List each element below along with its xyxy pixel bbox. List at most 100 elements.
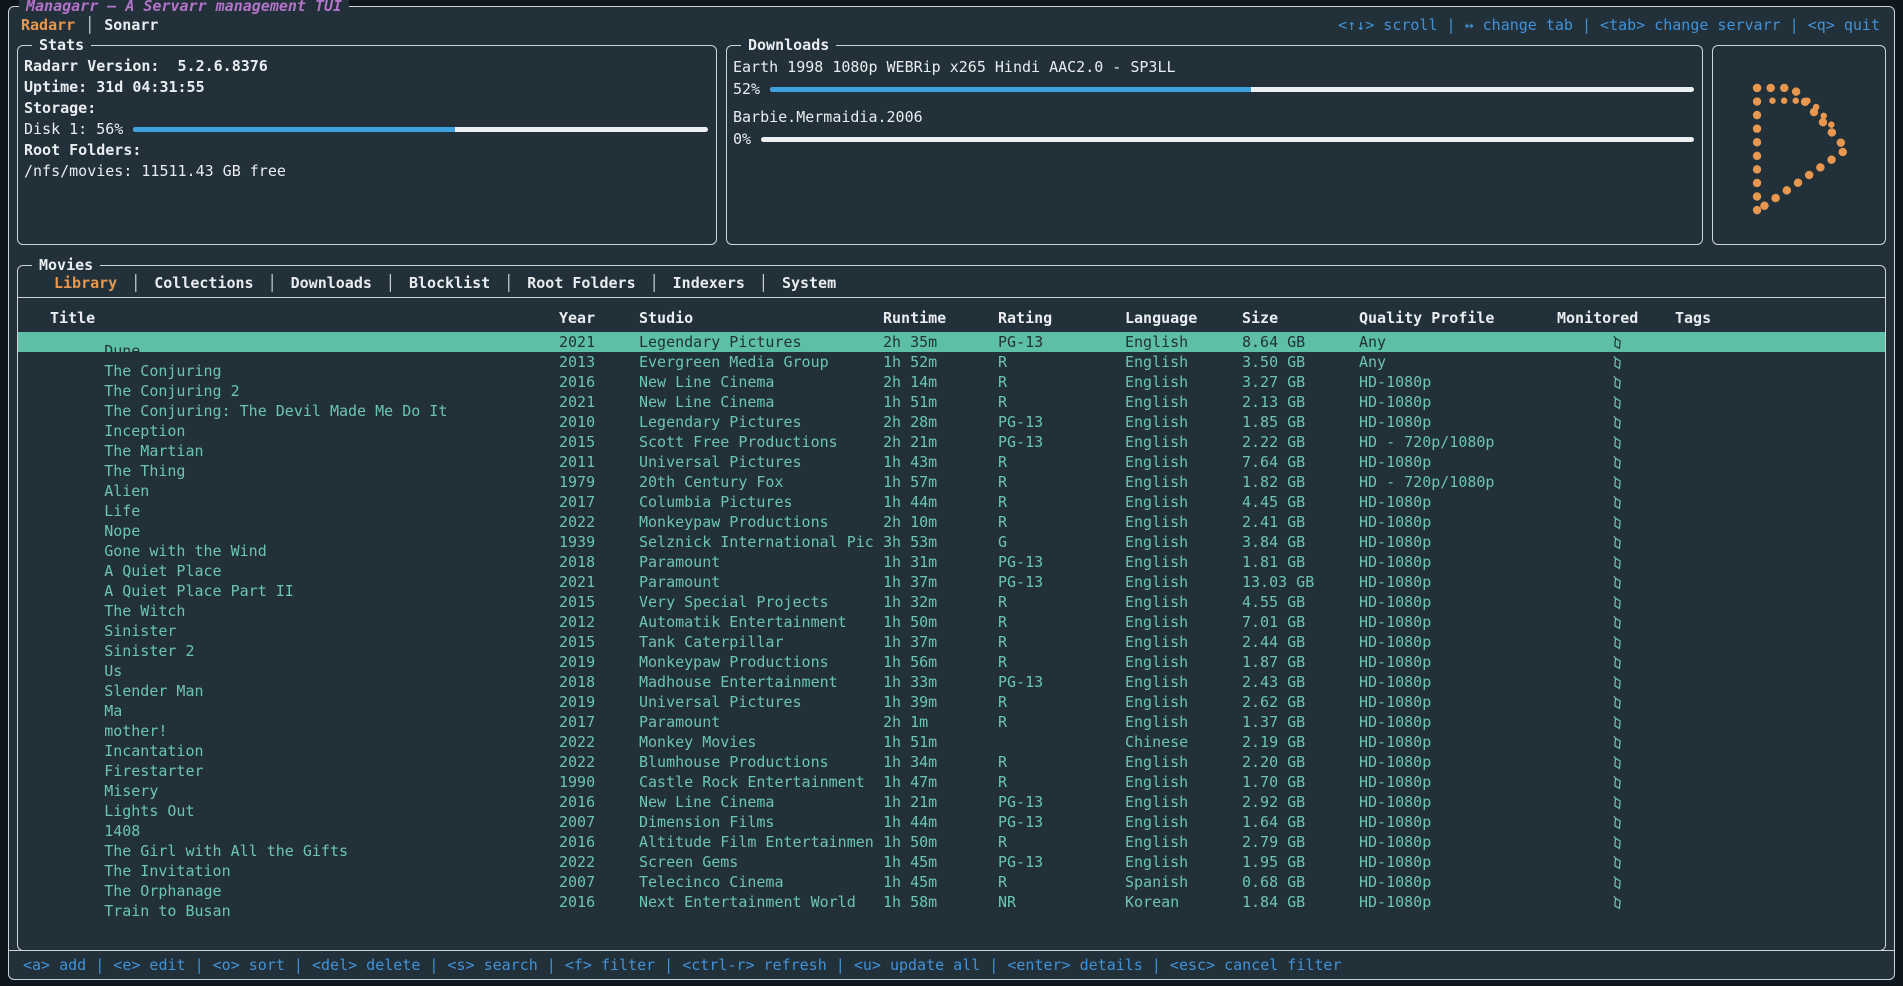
movie-size: 1.64 GB <box>1242 813 1359 831</box>
movie-year: 2016 <box>559 793 639 811</box>
movie-quality-profile: HD-1080p <box>1359 593 1557 611</box>
tab-system[interactable]: System <box>768 274 850 292</box>
col-header-year: Year <box>559 309 639 327</box>
movie-language: English <box>1125 453 1242 471</box>
movie-size: 1.37 GB <box>1242 713 1359 731</box>
movie-size: 2.79 GB <box>1242 833 1359 851</box>
movie-runtime: 1h 31m <box>883 553 998 571</box>
movie-language: English <box>1125 773 1242 791</box>
movie-size: 7.64 GB <box>1242 453 1359 471</box>
movie-year: 2007 <box>559 873 639 891</box>
tab-downloads[interactable]: Downloads <box>277 274 386 292</box>
tab-collections[interactable]: Collections <box>140 274 267 292</box>
movie-rating: R <box>998 493 1125 511</box>
movie-language: English <box>1125 513 1242 531</box>
movie-studio: Monkeypaw Productions <box>639 513 883 531</box>
movie-quality-profile: HD-1080p <box>1359 733 1557 751</box>
movie-studio: Paramount <box>639 553 883 571</box>
movie-quality-profile: HD-1080p <box>1359 673 1557 691</box>
movie-size: 1.84 GB <box>1242 893 1359 911</box>
movie-language: English <box>1125 673 1242 691</box>
movie-language: English <box>1125 573 1242 591</box>
movie-rating: PG-13 <box>998 333 1125 351</box>
movie-year: 2010 <box>559 413 639 431</box>
movie-quality-profile: HD-1080p <box>1359 633 1557 651</box>
movie-runtime: 3h 53m <box>883 533 998 551</box>
stats-panel-title: Stats <box>32 35 91 55</box>
movie-rating: R <box>998 633 1125 651</box>
movie-year: 2016 <box>559 833 639 851</box>
download-progress-row: 0% <box>733 128 1694 150</box>
movie-year: 2022 <box>559 853 639 871</box>
tab-divider: │ <box>504 274 513 292</box>
movie-size: 1.82 GB <box>1242 473 1359 491</box>
movie-language: English <box>1125 373 1242 391</box>
movie-rating: R <box>998 393 1125 411</box>
movie-rating: PG-13 <box>998 573 1125 591</box>
movie-studio: New Line Cinema <box>639 393 883 411</box>
downloads-list: Earth 1998 1080p WEBRip x265 Hindi AAC2.… <box>733 56 1694 150</box>
movie-language: English <box>1125 833 1242 851</box>
movie-quality-profile: HD-1080p <box>1359 513 1557 531</box>
movie-quality-profile: HD-1080p <box>1359 453 1557 471</box>
managarr-app-frame: Managarr — A Servarr management TUI Rada… <box>8 6 1895 980</box>
tab-library[interactable]: Library <box>40 274 131 292</box>
movie-runtime: 1h 21m <box>883 793 998 811</box>
movie-runtime: 2h 14m <box>883 373 998 391</box>
movie-studio: Paramount <box>639 573 883 591</box>
movie-quality-profile: HD-1080p <box>1359 653 1557 671</box>
download-name: Earth 1998 1080p WEBRip x265 Hindi AAC2.… <box>733 56 1694 78</box>
servarr-tab-radarr[interactable]: Radarr <box>21 16 75 34</box>
movie-language: English <box>1125 713 1242 731</box>
movie-year: 2022 <box>559 733 639 751</box>
movie-quality-profile: HD-1080p <box>1359 773 1557 791</box>
movie-language: English <box>1125 593 1242 611</box>
tab-indexers[interactable]: Indexers <box>659 274 759 292</box>
servarr-tab-sonarr[interactable]: Sonarr <box>104 16 158 34</box>
movie-size: 2.13 GB <box>1242 393 1359 411</box>
movie-year: 2016 <box>559 373 639 391</box>
movie-year: 1979 <box>559 473 639 491</box>
tab-divider: │ <box>650 274 659 292</box>
movie-runtime: 2h 28m <box>883 413 998 431</box>
movie-language: English <box>1125 793 1242 811</box>
movie-year: 2015 <box>559 433 639 451</box>
movie-runtime: 1h 43m <box>883 453 998 471</box>
root-folders-label: Root Folders: <box>24 140 708 161</box>
movies-panel: Movies Library│Collections│Downloads│Blo… <box>17 265 1886 951</box>
col-header-studio: Studio <box>639 309 883 327</box>
movie-runtime: 1h 56m <box>883 653 998 671</box>
movie-size: 2.20 GB <box>1242 753 1359 771</box>
movie-rating: PG-13 <box>998 813 1125 831</box>
movie-title: Train to Busan <box>104 902 230 920</box>
movie-quality-profile: HD-1080p <box>1359 853 1557 871</box>
movie-rating: R <box>998 353 1125 371</box>
movie-row[interactable]: Train to Busan 2016 Next Entertainment W… <box>18 892 1885 912</box>
movie-year: 2017 <box>559 493 639 511</box>
movie-studio: Monkeypaw Productions <box>639 653 883 671</box>
movie-studio: Monkey Movies <box>639 733 883 751</box>
movie-rating: G <box>998 533 1125 551</box>
movie-quality-profile: HD-1080p <box>1359 553 1557 571</box>
movie-year: 2022 <box>559 513 639 531</box>
tab-root-folders[interactable]: Root Folders <box>513 274 649 292</box>
movies-table-header: Title Year Studio Runtime Rating Languag… <box>18 298 1885 332</box>
top-panels-row: Stats Radarr Version: 5.2.6.8376 Uptime:… <box>17 45 1886 245</box>
movie-runtime: 1h 33m <box>883 673 998 691</box>
movie-quality-profile: HD-1080p <box>1359 413 1557 431</box>
movie-runtime: 1h 50m <box>883 613 998 631</box>
movie-quality-profile: Any <box>1359 333 1557 351</box>
movie-runtime: 1h 57m <box>883 473 998 491</box>
movie-year: 2012 <box>559 613 639 631</box>
movie-runtime: 1h 45m <box>883 873 998 891</box>
movie-year: 2019 <box>559 693 639 711</box>
movie-size: 2.62 GB <box>1242 693 1359 711</box>
movie-studio: Screen Gems <box>639 853 883 871</box>
movie-studio: Paramount <box>639 713 883 731</box>
tab-divider: │ <box>131 274 140 292</box>
movies-tabs: Library│Collections│Downloads│Blocklist│… <box>18 266 1885 298</box>
movie-studio: Dimension Films <box>639 813 883 831</box>
download-progressbar <box>770 87 1694 92</box>
movie-studio: Legendary Pictures <box>639 413 883 431</box>
tab-blocklist[interactable]: Blocklist <box>395 274 504 292</box>
